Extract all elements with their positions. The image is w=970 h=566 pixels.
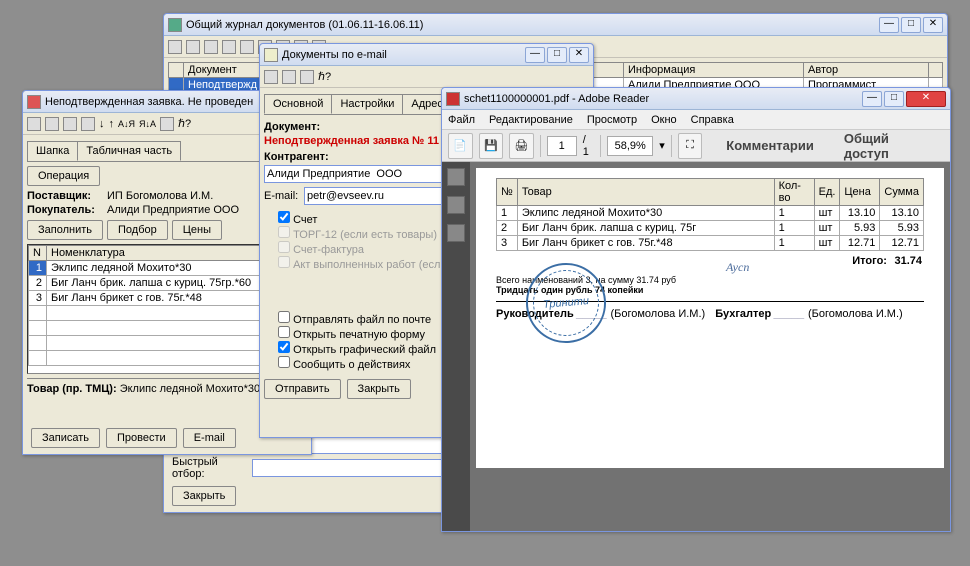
footer-label: Товар (пр. ТМЦ): bbox=[27, 383, 117, 395]
arrow-down-icon[interactable]: ↓ bbox=[99, 118, 105, 130]
adobe-reader-window: schet1100000001.pdf - Adobe Reader — □ ✕… bbox=[441, 87, 951, 532]
arrow-up-icon[interactable]: ↑ bbox=[109, 118, 115, 130]
pick-button[interactable]: Подбор bbox=[107, 220, 168, 240]
footer-value: Эклипс ледяной Мохито*30 bbox=[120, 383, 260, 395]
tool-icon[interactable] bbox=[204, 40, 218, 54]
pdf-page: № Товар Кол-во Ед. Цена Сумма 1Эклипс ле… bbox=[476, 168, 944, 468]
send-button[interactable]: Отправить bbox=[264, 379, 341, 399]
maximize-button[interactable]: □ bbox=[901, 17, 921, 33]
help-icon[interactable]: ℏ? bbox=[318, 70, 331, 83]
maximize-button[interactable]: □ bbox=[884, 91, 904, 107]
chk-graph[interactable] bbox=[278, 341, 290, 353]
buyer: Алиди Предприятие ООО bbox=[107, 204, 239, 216]
minimize-button[interactable]: — bbox=[862, 91, 882, 107]
stamp-icon: Тринити bbox=[523, 260, 610, 347]
sort-za-icon[interactable]: Я↓A bbox=[139, 119, 156, 129]
tab-settings[interactable]: Настройки bbox=[331, 94, 403, 114]
titlebar[interactable]: schet1100000001.pdf - Adobe Reader — □ ✕ bbox=[442, 88, 950, 110]
tool-icon[interactable] bbox=[160, 117, 174, 131]
share-button[interactable]: Общий доступ bbox=[832, 127, 944, 165]
menu-window[interactable]: Окно bbox=[651, 114, 677, 126]
tool-icon[interactable] bbox=[264, 70, 278, 84]
titlebar[interactable]: Общий журнал документов (01.06.11-16.06.… bbox=[164, 14, 947, 36]
zoom-dropdown-icon[interactable]: ▾ bbox=[659, 139, 665, 152]
tool-icon[interactable] bbox=[45, 117, 59, 131]
supplier-label: Поставщик: bbox=[27, 190, 107, 202]
operation-button[interactable]: Операция bbox=[27, 166, 100, 186]
tool-icon[interactable] bbox=[282, 70, 296, 84]
col-author[interactable]: Автор bbox=[804, 63, 929, 78]
col-info[interactable]: Информация bbox=[624, 63, 804, 78]
chk-mail[interactable] bbox=[278, 311, 290, 323]
close-button[interactable]: ✕ bbox=[569, 47, 589, 63]
chk-torg bbox=[278, 226, 290, 238]
tab-header[interactable]: Шапка bbox=[27, 141, 78, 161]
page-total: / 1 bbox=[583, 134, 595, 158]
toolbar: ℏ? bbox=[260, 66, 593, 88]
window-title: schet1100000001.pdf - Adobe Reader bbox=[464, 93, 862, 105]
thumbnails-icon[interactable] bbox=[447, 168, 465, 186]
titlebar[interactable]: Документы по e-mail — □ ✕ bbox=[260, 44, 593, 66]
fullscreen-icon[interactable]: ⛶ bbox=[678, 133, 703, 159]
close-button[interactable]: Закрыть bbox=[347, 379, 411, 399]
chk-print[interactable] bbox=[278, 326, 290, 338]
tool-icon[interactable] bbox=[63, 117, 77, 131]
minimize-button[interactable]: — bbox=[525, 47, 545, 63]
fill-button[interactable]: Заполнить bbox=[27, 220, 103, 240]
menu-edit[interactable]: Редактирование bbox=[489, 114, 573, 126]
print-icon[interactable]: 🖨 bbox=[509, 133, 534, 159]
toolbar: 📄 💾 🖨 / 1 ▾ ⛶ Комментарии Общий доступ bbox=[442, 130, 950, 162]
tab-main[interactable]: Основной bbox=[264, 94, 332, 114]
email-label: E-mail: bbox=[264, 190, 304, 202]
attachments-icon[interactable] bbox=[447, 224, 465, 242]
zoom-input[interactable] bbox=[607, 136, 653, 156]
supplier: ИП Богомолова И.М. bbox=[107, 190, 213, 202]
signature-icon: Aycn bbox=[726, 260, 749, 275]
tool-icon[interactable] bbox=[186, 40, 200, 54]
tool-icon[interactable] bbox=[222, 40, 236, 54]
menu-view[interactable]: Просмотр bbox=[587, 114, 637, 126]
post-button[interactable]: Провести bbox=[106, 428, 177, 448]
mail-icon bbox=[264, 48, 278, 62]
window-title: Общий журнал документов (01.06.11-16.06.… bbox=[186, 19, 879, 31]
email-button[interactable]: E-mail bbox=[183, 428, 236, 448]
chk-report[interactable] bbox=[278, 356, 290, 368]
tool-icon[interactable] bbox=[240, 40, 254, 54]
filter-label: Быстрый отбор: bbox=[172, 456, 252, 480]
save-button[interactable]: Записать bbox=[31, 428, 100, 448]
buyer-label: Покупатель: bbox=[27, 204, 107, 216]
tool-icon[interactable] bbox=[300, 70, 314, 84]
document-viewport[interactable]: № Товар Кол-во Ед. Цена Сумма 1Эклипс ле… bbox=[470, 162, 950, 531]
doc-icon bbox=[27, 95, 41, 109]
pdf-icon bbox=[446, 92, 460, 106]
page-current[interactable] bbox=[547, 136, 577, 156]
invoice-table: № Товар Кол-во Ед. Цена Сумма 1Эклипс ле… bbox=[496, 178, 924, 251]
maximize-button[interactable]: □ bbox=[547, 47, 567, 63]
help-icon[interactable]: ℏ? bbox=[178, 117, 191, 130]
window-title: Документы по e-mail bbox=[282, 49, 525, 61]
prices-button[interactable]: Цены bbox=[172, 220, 222, 240]
close-button[interactable]: ✕ bbox=[923, 17, 943, 33]
close-button[interactable]: Закрыть bbox=[172, 486, 236, 506]
tool-icon[interactable] bbox=[168, 40, 182, 54]
bookmarks-icon[interactable] bbox=[447, 196, 465, 214]
minimize-button[interactable]: — bbox=[879, 17, 899, 33]
close-button[interactable]: ✕ bbox=[906, 91, 946, 107]
chk-sf bbox=[278, 241, 290, 253]
chk-schet[interactable] bbox=[278, 211, 290, 223]
menu-file[interactable]: Файл bbox=[448, 114, 475, 126]
tab-table[interactable]: Табличная часть bbox=[77, 141, 181, 161]
comments-button[interactable]: Комментарии bbox=[714, 134, 826, 157]
app-icon bbox=[168, 18, 182, 32]
open-icon[interactable]: 📄 bbox=[448, 133, 473, 159]
tool-icon[interactable] bbox=[27, 117, 41, 131]
sidebar bbox=[442, 162, 470, 531]
menu-help[interactable]: Справка bbox=[691, 114, 734, 126]
chk-akt bbox=[278, 256, 290, 268]
tool-icon[interactable] bbox=[81, 117, 95, 131]
save-icon[interactable]: 💾 bbox=[479, 133, 504, 159]
sort-az-icon[interactable]: A↓Я bbox=[118, 119, 135, 129]
